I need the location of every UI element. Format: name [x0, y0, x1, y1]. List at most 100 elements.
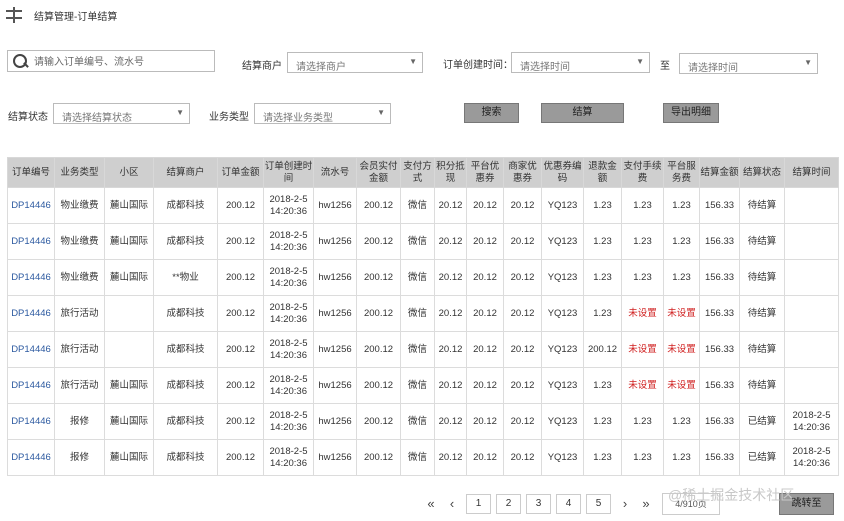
chevron-down-icon: ▼: [377, 108, 385, 117]
created-time-cell: 2018-2-5 14:20:36: [263, 295, 314, 332]
paid-amount-cell: 200.12: [356, 439, 401, 476]
biz-type-cell: 物业缴费: [54, 223, 105, 260]
platform-fee-cell: 未设置: [663, 295, 700, 332]
community-cell: 麓山国际: [104, 259, 154, 296]
order-no-cell[interactable]: DP14446: [7, 331, 55, 368]
merchant-cell: 成都科技: [153, 403, 218, 440]
menu-icon[interactable]: [6, 7, 22, 23]
search-button[interactable]: 搜索: [464, 103, 519, 123]
next-page-button[interactable]: ›: [617, 494, 633, 514]
table-row: DP14446 物业缴费 麓山国际 成都科技 200.12 2018-2-5 14:20:…: [7, 223, 839, 260]
pay-method-cell: 微信: [400, 295, 435, 332]
column-header: 商家优惠券: [503, 157, 542, 188]
column-header: 订单编号: [7, 157, 55, 188]
column-header: 结算状态: [739, 157, 785, 188]
coupon-code-cell: YQ123: [541, 367, 584, 404]
created-time-cell: 2018-2-5 14:20:36: [263, 223, 314, 260]
biz-type-label: 业务类型: [209, 112, 249, 123]
time-start-select[interactable]: 请选择时间 ▼: [511, 52, 650, 73]
merchant-placeholder: 请选择商户: [296, 62, 346, 73]
column-header: 积分抵现: [434, 157, 467, 188]
community-cell: [104, 331, 154, 368]
chevron-down-icon: ▼: [409, 57, 417, 66]
pay-method-cell: 微信: [400, 367, 435, 404]
column-header: 订单金额: [217, 157, 264, 188]
column-header: 结算金额: [699, 157, 740, 188]
pay-fee-cell: 未设置: [621, 295, 664, 332]
page-button-2[interactable]: 2: [496, 494, 521, 514]
table-row: DP14446 报修 麓山国际 成都科技 200.12 2018-2-5 14:20:36…: [7, 403, 839, 440]
merchant-coupon-cell: 20.12: [503, 187, 542, 224]
order-no-cell[interactable]: DP14446: [7, 295, 55, 332]
settle-amount-cell: 156.33: [699, 403, 740, 440]
order-amount-cell: 200.12: [217, 439, 264, 476]
column-header: 流水号: [313, 157, 357, 188]
table-header-row: 订单编号 业务类型 小区 结算商户 订单金额 订单创建时间 流水号 会员实付金额…: [7, 157, 839, 188]
platform-coupon-cell: 20.12: [466, 439, 504, 476]
prev-page-button[interactable]: ‹: [444, 494, 460, 514]
order-no-cell[interactable]: DP14446: [7, 187, 55, 224]
settle-time-cell: [784, 223, 839, 260]
platform-coupon-cell: 20.12: [466, 367, 504, 404]
settle-amount-cell: 156.33: [699, 331, 740, 368]
last-page-button[interactable]: »: [638, 494, 654, 514]
search-input[interactable]: [32, 53, 214, 71]
paid-amount-cell: 200.12: [356, 367, 401, 404]
settle-status-cell: 待结算: [739, 295, 785, 332]
order-no-cell[interactable]: DP14446: [7, 403, 55, 440]
refund-cell: 1.23: [583, 223, 622, 260]
merchant-cell: 成都科技: [153, 223, 218, 260]
settle-amount-cell: 156.33: [699, 367, 740, 404]
column-header: 支付手续费: [621, 157, 664, 188]
biz-type-cell: 物业缴费: [54, 259, 105, 296]
time-end-select[interactable]: 请选择时间 ▼: [679, 53, 818, 74]
order-amount-cell: 200.12: [217, 223, 264, 260]
settle-amount-cell: 156.33: [699, 295, 740, 332]
settle-amount-cell: 156.33: [699, 223, 740, 260]
platform-coupon-cell: 20.12: [466, 259, 504, 296]
export-button[interactable]: 导出明细: [663, 103, 719, 123]
platform-fee-cell: 1.23: [663, 187, 700, 224]
order-no-cell[interactable]: DP14446: [7, 259, 55, 296]
platform-fee-cell: 1.23: [663, 259, 700, 296]
platform-fee-cell: 未设置: [663, 331, 700, 368]
merchant-label: 结算商户: [242, 61, 282, 72]
order-no-cell[interactable]: DP14446: [7, 367, 55, 404]
refund-cell: 200.12: [583, 331, 622, 368]
page-button-4[interactable]: 4: [556, 494, 581, 514]
pay-fee-cell: 1.23: [621, 187, 664, 224]
page-button-1[interactable]: 1: [466, 494, 491, 514]
order-amount-cell: 200.12: [217, 403, 264, 440]
settle-status-cell: 待结算: [739, 367, 785, 404]
search-box[interactable]: [7, 50, 215, 72]
first-page-button[interactable]: «: [423, 494, 439, 514]
page-button-3[interactable]: 3: [526, 494, 551, 514]
table-row: DP14446 旅行活动 成都科技 200.12 2018-2-5 14:20:36 hw…: [7, 331, 839, 368]
page-button-5[interactable]: 5: [586, 494, 611, 514]
serial-no-cell: hw1256: [313, 367, 357, 404]
created-time-cell: 2018-2-5 14:20:36: [263, 403, 314, 440]
community-cell: 麓山国际: [104, 403, 154, 440]
pay-fee-cell: 1.23: [621, 223, 664, 260]
order-no-cell[interactable]: DP14446: [7, 439, 55, 476]
settle-status-cell: 待结算: [739, 259, 785, 296]
pay-method-cell: 微信: [400, 403, 435, 440]
merchant-select[interactable]: 请选择商户 ▼: [287, 52, 423, 73]
platform-fee-cell: 1.23: [663, 223, 700, 260]
settle-status-cell: 待结算: [739, 223, 785, 260]
chevron-down-icon: ▼: [176, 108, 184, 117]
settle-button[interactable]: 结算: [541, 103, 624, 123]
settle-time-cell: 2018-2-5 14:20:36: [784, 439, 839, 476]
status-select[interactable]: 请选择结算状态 ▼: [53, 103, 190, 124]
order-no-cell[interactable]: DP14446: [7, 223, 55, 260]
biz-type-select[interactable]: 请选择业务类型 ▼: [254, 103, 391, 124]
community-cell: 麓山国际: [104, 439, 154, 476]
order-amount-cell: 200.12: [217, 259, 264, 296]
merchant-coupon-cell: 20.12: [503, 259, 542, 296]
pay-method-cell: 微信: [400, 439, 435, 476]
search-icon-handle: [23, 62, 29, 68]
created-time-cell: 2018-2-5 14:20:36: [263, 439, 314, 476]
settle-status-cell: 已结算: [739, 439, 785, 476]
order-amount-cell: 200.12: [217, 295, 264, 332]
platform-fee-cell: 1.23: [663, 439, 700, 476]
